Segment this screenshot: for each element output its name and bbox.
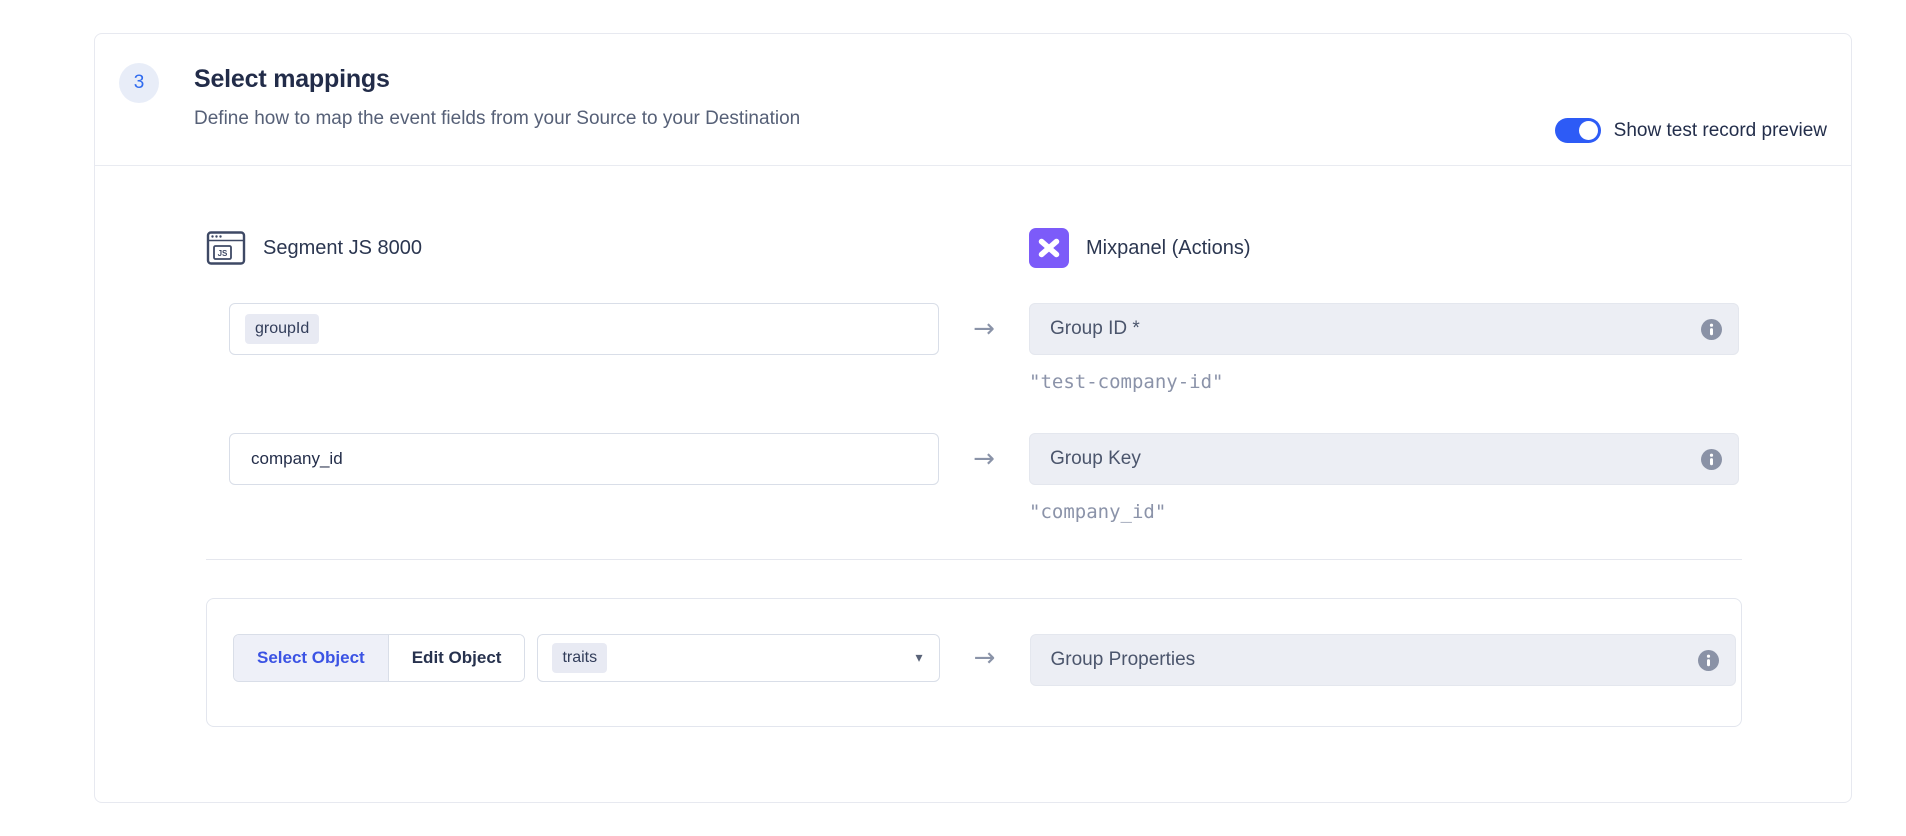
mapping-row-group-id: groupId → Group ID * "test (206, 303, 1742, 393)
source-field-chip[interactable]: groupId (245, 314, 319, 343)
source-column-header: JS Segment JS 8000 (206, 229, 1029, 267)
destination-field-label: Group Key (1050, 448, 1701, 470)
mapping-source-cell: company_id (206, 433, 939, 485)
mapping-arrow-cell: → (940, 634, 1030, 682)
mapping-row-group-key: company_id → Group Key "co (206, 433, 1742, 523)
select-mappings-card: 3 Select mappings Define how to map the … (94, 33, 1852, 803)
source-field-input[interactable]: company_id (229, 433, 939, 485)
toggle-knob (1579, 121, 1598, 140)
destination-column-header: Mixpanel (Actions) (1029, 228, 1251, 268)
page-title: Select mappings (194, 65, 800, 94)
source-field-text[interactable]: company_id (245, 449, 343, 469)
mapping-source-cell: groupId (206, 303, 939, 355)
object-value-chip[interactable]: traits (552, 643, 607, 672)
mapping-arrow-cell: → (939, 433, 1029, 485)
mapping-destination-cell: Group Properties (1030, 634, 1737, 686)
object-controls: Select Object Edit Object traits ▾ (233, 634, 940, 682)
object-mode-button-group: Select Object Edit Object (233, 634, 525, 682)
section-divider (206, 559, 1742, 560)
arrow-right-icon: → (973, 446, 995, 472)
mapping-destination-cell: Group ID * "test-company-id" (1029, 303, 1739, 393)
test-record-preview-value: "test-company-id" (1029, 371, 1739, 393)
source-field-input[interactable]: groupId (229, 303, 939, 355)
edit-object-button[interactable]: Edit Object (389, 635, 525, 681)
step-number-badge: 3 (119, 63, 159, 103)
mappings-body: JS Segment JS 8000 Mixpanel (Actions) (95, 166, 1851, 727)
destination-name: Mixpanel (Actions) (1086, 237, 1251, 260)
destination-field: Group Properties (1030, 634, 1737, 686)
svg-text:JS: JS (218, 249, 228, 258)
info-icon[interactable] (1701, 449, 1722, 470)
header-text: Select mappings Define how to map the ev… (194, 63, 800, 130)
show-test-record-preview-toggle[interactable] (1555, 118, 1601, 143)
source-name: Segment JS 8000 (263, 237, 422, 260)
destination-field: Group Key (1029, 433, 1739, 485)
object-mapping-card: Select Object Edit Object traits ▾ → Gro… (206, 598, 1742, 727)
select-object-button[interactable]: Select Object (234, 635, 389, 681)
preview-toggle-group: Show test record preview (1555, 118, 1827, 143)
columns-header: JS Segment JS 8000 Mixpanel (Actions) (206, 228, 1742, 268)
test-record-preview-value: "company_id" (1029, 501, 1739, 523)
object-select-dropdown[interactable]: traits ▾ (537, 634, 939, 682)
mapping-arrow-cell: → (939, 303, 1029, 355)
info-icon[interactable] (1698, 650, 1719, 671)
arrow-right-icon: → (974, 645, 996, 671)
preview-toggle-label: Show test record preview (1614, 120, 1827, 142)
destination-field-label: Group ID * (1050, 318, 1701, 340)
destination-field-label: Group Properties (1051, 649, 1699, 671)
mapping-destination-cell: Group Key "company_id" (1029, 433, 1739, 523)
destination-field: Group ID * (1029, 303, 1739, 355)
js-browser-window-icon: JS (206, 229, 246, 267)
info-icon[interactable] (1701, 319, 1722, 340)
mixpanel-icon (1029, 228, 1069, 268)
arrow-right-icon: → (973, 316, 995, 342)
page-subtitle: Define how to map the event fields from … (194, 108, 800, 130)
card-header: 3 Select mappings Define how to map the … (95, 34, 1851, 166)
chevron-down-icon: ▾ (915, 650, 922, 666)
